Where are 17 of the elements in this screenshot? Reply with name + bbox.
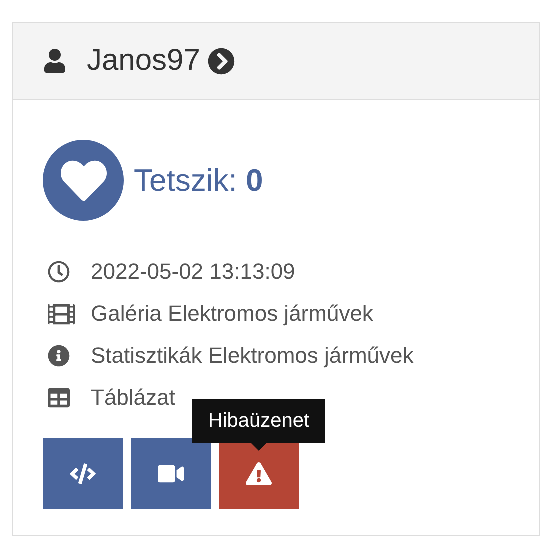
clock-icon bbox=[48, 261, 70, 283]
tooltip: Hibaüzenet bbox=[192, 399, 326, 443]
code-button[interactable] bbox=[43, 438, 123, 509]
detail-text: Táblázat bbox=[91, 385, 176, 411]
warning-icon bbox=[246, 460, 272, 486]
detail-text: Statisztikák Elektromos járművek bbox=[91, 343, 414, 369]
code-icon bbox=[70, 460, 96, 486]
like-count: Tetszik: 0 bbox=[134, 162, 264, 198]
info-icon bbox=[48, 345, 70, 367]
user-icon bbox=[43, 49, 67, 73]
video-button[interactable] bbox=[131, 438, 211, 509]
detail-text: Galéria Elektromos járművek bbox=[91, 301, 374, 327]
chevron-icon[interactable] bbox=[208, 48, 236, 74]
detail-text: 2022-05-02 13:13:09 bbox=[91, 259, 296, 285]
tooltip-arrow bbox=[251, 443, 267, 451]
table-icon bbox=[48, 387, 70, 409]
username: Janos97 bbox=[87, 44, 200, 78]
